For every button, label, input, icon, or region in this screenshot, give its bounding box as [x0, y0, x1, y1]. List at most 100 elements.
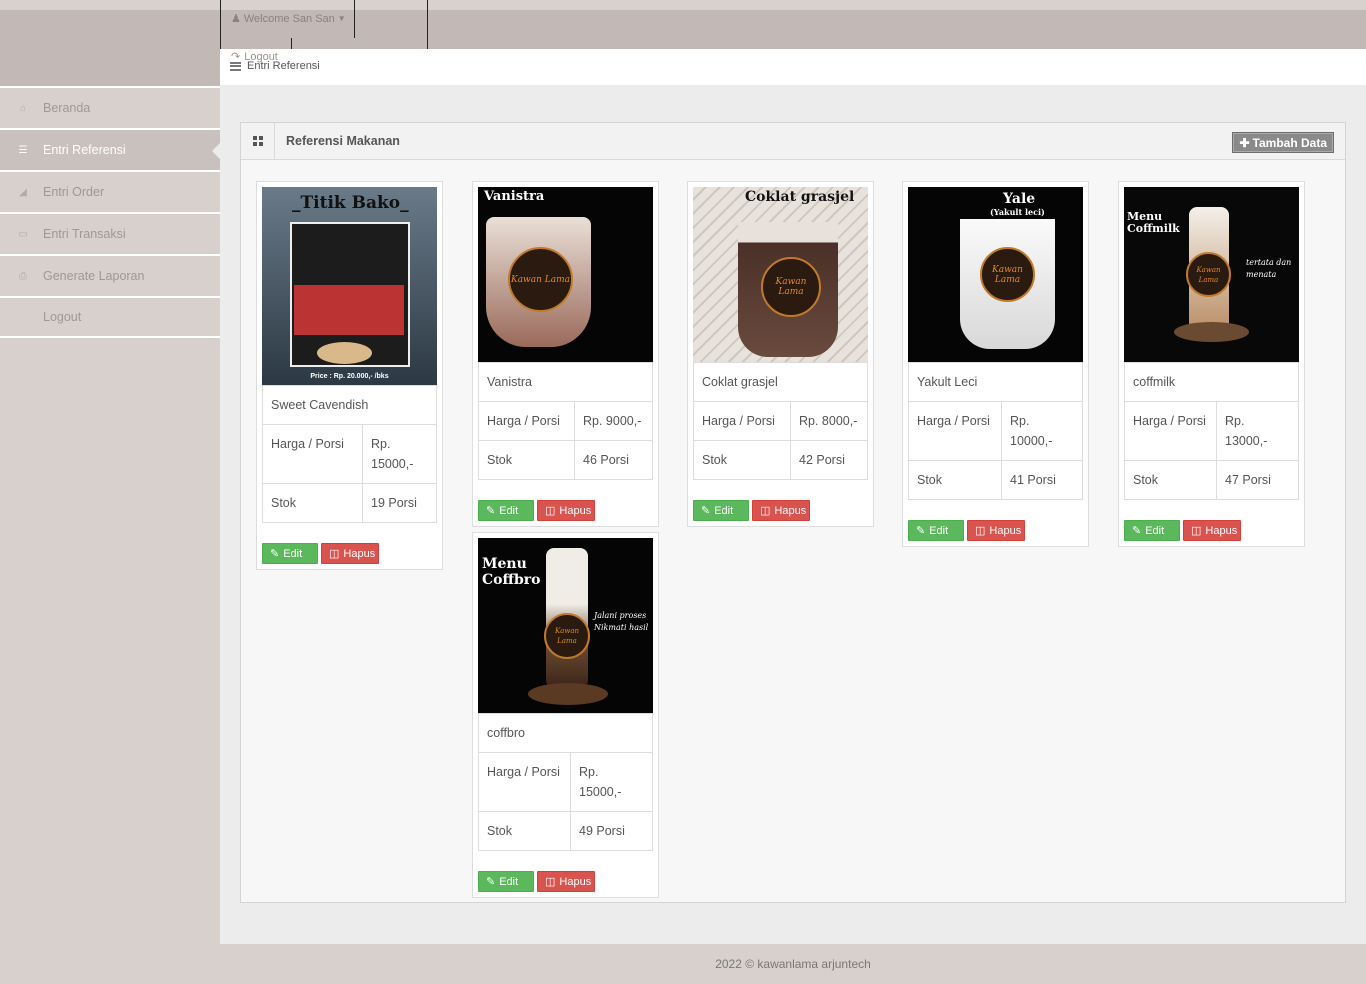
- product-detail-table: Coklat grasjel Harga / Porsi Rp. 8000,- …: [693, 362, 868, 480]
- sidebar-item-beranda[interactable]: ⌂ Beranda: [0, 86, 220, 128]
- stock-label: Stok: [908, 460, 1002, 500]
- print-icon: ⎙: [19, 270, 27, 282]
- delete-button[interactable]: ◫ Hapus: [537, 871, 595, 892]
- product-detail-table: coffbro Harga / Porsi Rp. 15000,- Stok 4…: [478, 713, 653, 851]
- price-label: Harga / Porsi: [908, 401, 1002, 461]
- pencil-icon: ✎: [270, 548, 280, 560]
- delete-button[interactable]: ◫ Hapus: [967, 520, 1025, 541]
- sidebar-item-label: Beranda: [43, 101, 91, 115]
- price-label: Harga / Porsi: [262, 424, 363, 484]
- product-image: Coklat grasjel Kawan Lama: [693, 187, 868, 362]
- product-card: Menu Coffbro Jalani proses Nikmati hasil…: [472, 532, 659, 898]
- user-icon: ♟: [231, 13, 241, 25]
- edit-button[interactable]: ✎ Edit: [478, 871, 534, 892]
- edit-button[interactable]: ✎ Edit: [693, 500, 749, 521]
- breadcrumb-label: Entri Referensi: [247, 60, 320, 72]
- trash-icon: ◫: [760, 505, 771, 517]
- panel-header: Referensi Makanan ✚ Tambah Data: [241, 123, 1345, 160]
- caret-down-icon: ▼: [337, 14, 346, 23]
- product-name: Coklat grasjel: [693, 362, 868, 402]
- sidebar-header: [0, 10, 220, 86]
- home-icon: ⌂: [19, 102, 27, 114]
- price-label: Harga / Porsi: [693, 401, 791, 441]
- pencil-icon: ✎: [486, 876, 496, 888]
- price-value: Rp. 9000,-: [574, 401, 653, 441]
- breadcrumb: Entri Referensi: [230, 60, 320, 72]
- edit-button[interactable]: ✎ Edit: [478, 500, 534, 521]
- edit-button[interactable]: ✎ Edit: [262, 543, 318, 564]
- list-icon: [230, 61, 241, 71]
- trash-icon: ◫: [1191, 525, 1202, 537]
- stock-label: Stok: [478, 811, 571, 851]
- product-name: Yakult Leci: [908, 362, 1083, 402]
- sidebar-item-label: Logout: [43, 310, 82, 324]
- welcome-label: Welcome San San: [243, 12, 335, 25]
- price-value: Rp. 15000,-: [570, 752, 653, 812]
- trash-icon: ◫: [975, 525, 986, 537]
- stock-value: 49 Porsi: [570, 811, 653, 851]
- product-name: coffmilk: [1124, 362, 1299, 402]
- sidebar-item-logout[interactable]: Logout: [0, 296, 220, 338]
- product-image: Vanistra Kawan Lama: [478, 187, 653, 362]
- delete-button[interactable]: ◫ Hapus: [537, 500, 595, 521]
- product-card: Coklat grasjel Kawan Lama Coklat grasjel…: [687, 181, 874, 527]
- stock-label: Stok: [262, 483, 363, 523]
- stock-value: 41 Porsi: [1001, 460, 1083, 500]
- stock-value: 19 Porsi: [362, 483, 437, 523]
- edit-button[interactable]: ✎ Edit: [908, 520, 964, 541]
- product-detail-table: Sweet Cavendish Harga / Porsi Rp. 15000,…: [262, 385, 437, 523]
- product-detail-table: Vanistra Harga / Porsi Rp. 9000,- Stok 4…: [478, 362, 653, 480]
- product-image: Menu Coffbro Jalani proses Nikmati hasil…: [478, 538, 653, 713]
- list-icon: ☰: [18, 144, 28, 156]
- inbox-icon: ▭: [18, 228, 28, 240]
- footer: 2022 © kawanlama arjuntech: [220, 944, 1366, 984]
- plus-icon: ✚: [1239, 135, 1250, 150]
- grid-icon: [241, 123, 275, 159]
- sidebar-item-label: Entri Referensi: [43, 143, 126, 157]
- top-strip: [0, 0, 1366, 10]
- product-card: Menu Coffmilk tertata dan menata Kawan L…: [1118, 181, 1305, 547]
- divider: [354, 0, 355, 38]
- sidebar: ⌂ Beranda ☰ Entri Referensi ◢ Entri Orde…: [0, 86, 220, 338]
- price-label: Harga / Porsi: [478, 752, 571, 812]
- sidebar-item-entri-referensi[interactable]: ☰ Entri Referensi: [0, 128, 220, 170]
- add-data-button[interactable]: ✚ Tambah Data: [1232, 132, 1334, 153]
- delete-button[interactable]: ◫ Hapus: [752, 500, 810, 521]
- add-data-label: Tambah Data: [1252, 135, 1327, 150]
- delete-button[interactable]: ◫ Hapus: [321, 543, 379, 564]
- stock-label: Stok: [693, 440, 791, 480]
- pencil-icon: ✎: [916, 525, 926, 537]
- product-name: Sweet Cavendish: [262, 385, 437, 425]
- delete-button[interactable]: ◫ Hapus: [1183, 520, 1241, 541]
- sidebar-item-label: Generate Laporan: [43, 269, 145, 283]
- user-menu-toggle[interactable]: ♟ Welcome San San ▼: [231, 12, 346, 26]
- stock-label: Stok: [478, 440, 575, 480]
- sidebar-item-generate-laporan[interactable]: ⎙ Generate Laporan: [0, 254, 220, 296]
- product-image: Menu Coffmilk tertata dan menata Kawan L…: [1124, 187, 1299, 362]
- price-value: Rp. 8000,-: [790, 401, 868, 441]
- product-detail-table: coffmilk Harga / Porsi Rp. 13000,- Stok …: [1124, 362, 1299, 500]
- product-name: coffbro: [478, 713, 653, 753]
- product-card: _Titik Bako_ Price : Rp. 20.000,- /bks S…: [256, 181, 443, 570]
- sidebar-item-label: Entri Transaksi: [43, 227, 126, 241]
- pencil-icon: ✎: [486, 505, 496, 517]
- stock-value: 46 Porsi: [574, 440, 653, 480]
- price-label: Harga / Porsi: [1124, 401, 1217, 461]
- stock-value: 47 Porsi: [1216, 460, 1299, 500]
- product-card: Yale (Yakult leci) Kawan Lama Yakult Lec…: [902, 181, 1089, 547]
- sidebar-item-entri-order[interactable]: ◢ Entri Order: [0, 170, 220, 212]
- pencil-icon: ✎: [1132, 525, 1142, 537]
- main-content: Referensi Makanan ✚ Tambah Data _Titik B…: [220, 85, 1366, 944]
- trash-icon: ◫: [329, 548, 340, 560]
- pencil-icon: ✎: [701, 505, 711, 517]
- price-value: Rp. 13000,-: [1216, 401, 1299, 461]
- stock-value: 42 Porsi: [790, 440, 868, 480]
- price-value: Rp. 15000,-: [362, 424, 437, 484]
- cart-icon: ◢: [19, 186, 27, 198]
- product-name: Vanistra: [478, 362, 653, 402]
- trash-icon: ◫: [545, 876, 556, 888]
- sidebar-item-label: Entri Order: [43, 185, 105, 199]
- sidebar-item-entri-transaksi[interactable]: ▭ Entri Transaksi: [0, 212, 220, 254]
- edit-button[interactable]: ✎ Edit: [1124, 520, 1180, 541]
- product-image: _Titik Bako_ Price : Rp. 20.000,- /bks: [262, 187, 437, 385]
